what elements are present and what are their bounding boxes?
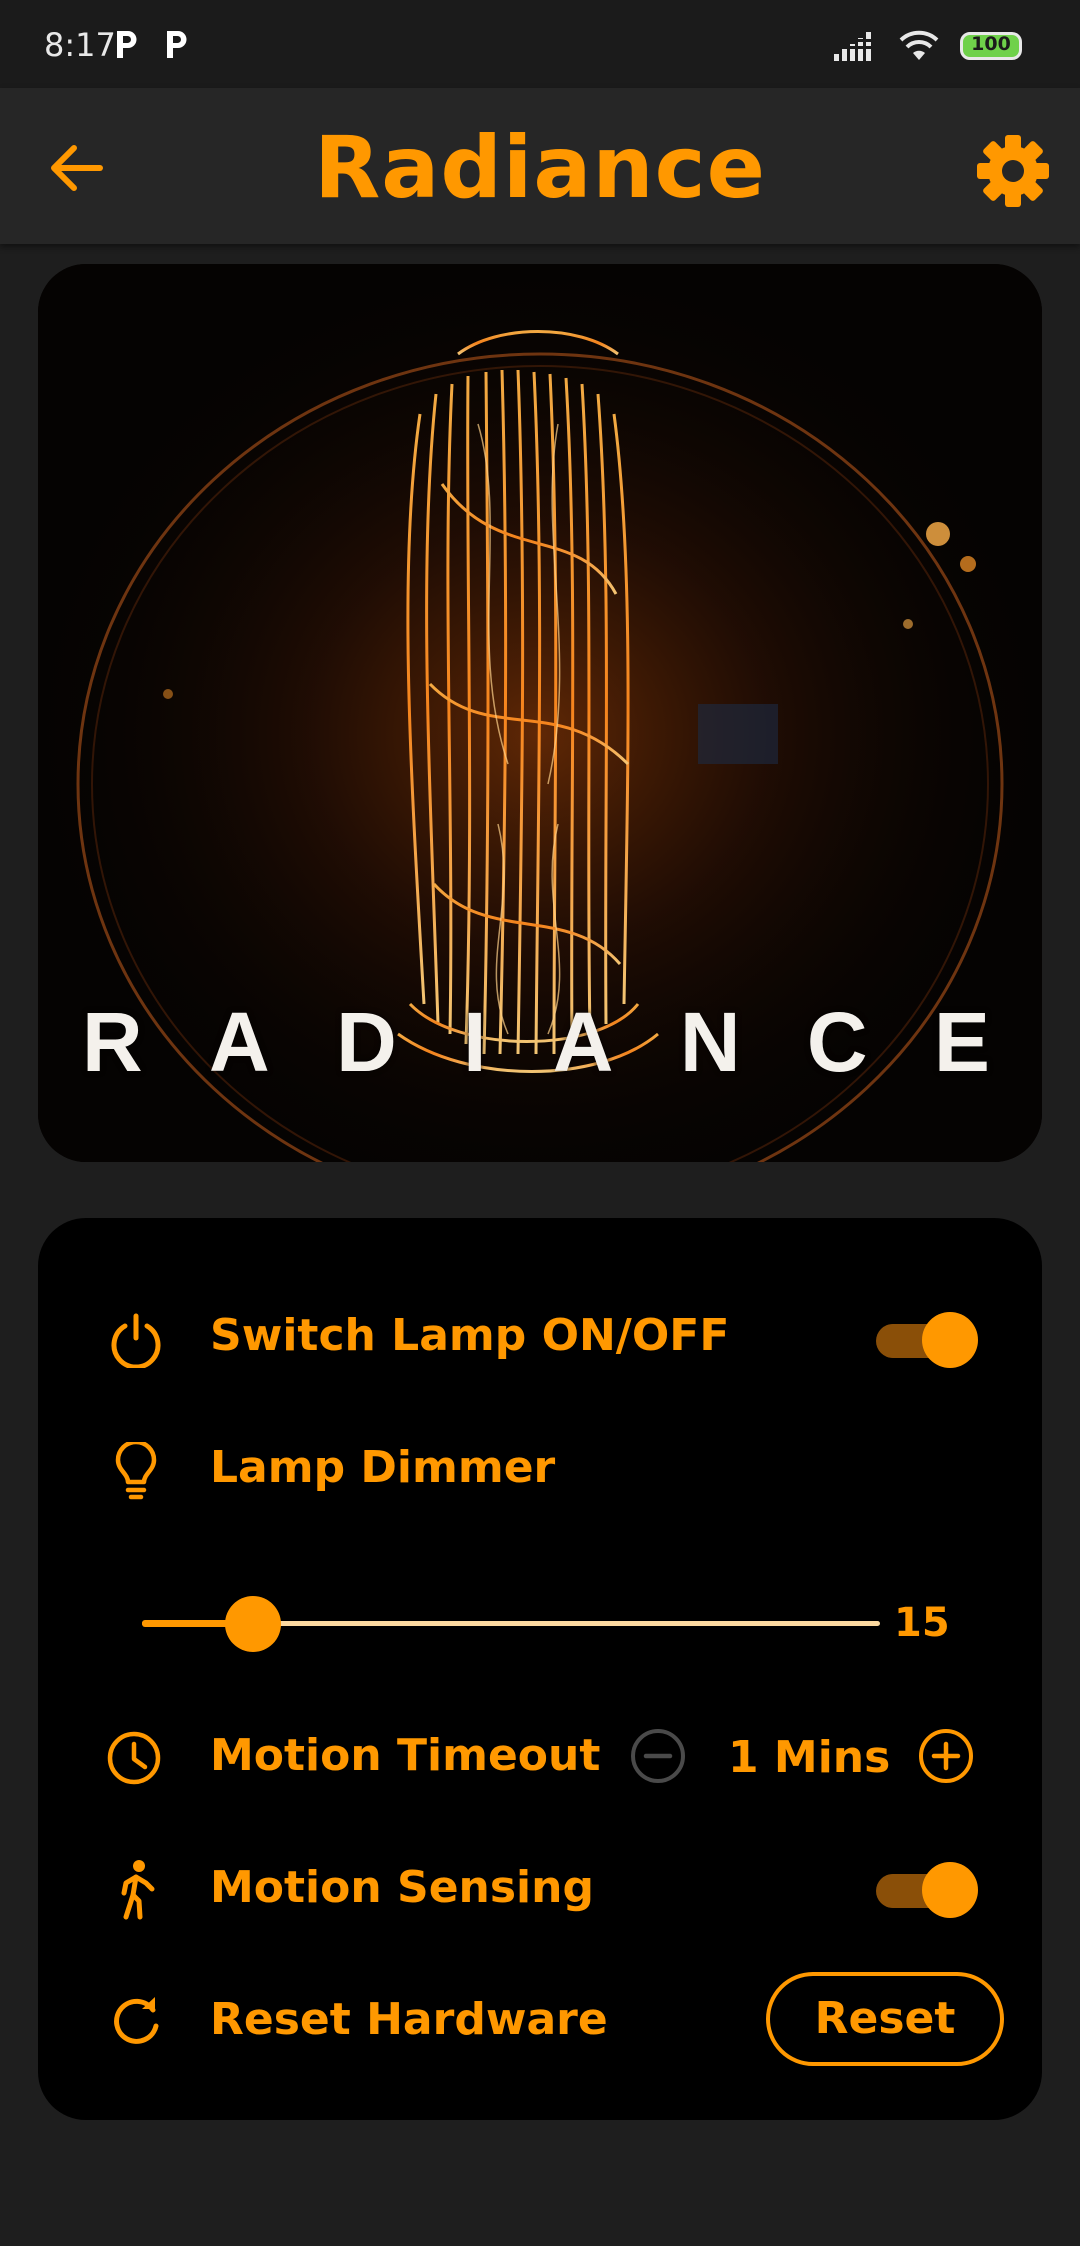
gear-icon: [977, 135, 1049, 207]
battery-level: 100: [971, 33, 1011, 55]
hero-letter: A: [209, 995, 270, 1089]
reset-button[interactable]: Reset: [766, 1972, 1004, 2066]
dimmer-label: Lamp Dimmer: [210, 1442, 556, 1493]
slider-thumb[interactable]: [224, 1596, 281, 1652]
hero-letter: R: [82, 995, 143, 1089]
hero-logo-text: R A D I A N C E: [38, 994, 1042, 1091]
timeout-increment-button[interactable]: [916, 1726, 976, 1786]
toggle-knob: [922, 1312, 978, 1368]
motion-toggle[interactable]: [874, 1862, 978, 1918]
timeout-label: Motion Timeout: [210, 1730, 601, 1781]
status-time: 8:17: [44, 26, 116, 64]
controls-card: Switch Lamp ON/OFF Lamp Dimmer 15 Motion…: [38, 1218, 1042, 2120]
refresh-icon: [104, 1990, 168, 2054]
battery-icon: 100: [960, 32, 1022, 60]
power-icon: [104, 1308, 168, 1372]
reset-label: Reset Hardware: [210, 1994, 608, 2045]
walking-person-icon: [104, 1858, 168, 1922]
power-toggle[interactable]: [874, 1312, 978, 1368]
hero-letter: E: [933, 995, 990, 1089]
hero-letter: D: [336, 995, 397, 1089]
motion-label: Motion Sensing: [210, 1862, 594, 1913]
app-screen: 8:17 100 Radiance R A D I A N C E Switch…: [0, 0, 1080, 2246]
plus-circle-icon: [919, 1729, 973, 1783]
timeout-decrement-button[interactable]: [628, 1726, 688, 1786]
timeout-value: 1 Mins: [728, 1732, 891, 1783]
hero-letter: N: [679, 995, 741, 1089]
power-label: Switch Lamp ON/OFF: [210, 1310, 730, 1361]
parking-app-icon: [117, 31, 137, 58]
wifi-icon: [899, 30, 939, 60]
app-bar: Radiance: [0, 88, 1080, 244]
settings-button[interactable]: [972, 130, 1054, 212]
parking-app-icon: [167, 31, 187, 58]
hero-letter: A: [552, 995, 614, 1089]
signal-icon: [834, 32, 878, 61]
dimmer-value: 15: [894, 1600, 950, 1646]
hero-image: R A D I A N C E: [38, 264, 1042, 1162]
page-title: Radiance: [314, 118, 766, 218]
clock-icon: [102, 1726, 166, 1790]
minus-circle-icon: [631, 1729, 685, 1783]
toggle-knob: [922, 1862, 978, 1918]
status-bar: 8:17 100: [0, 0, 1080, 88]
hero-letter: I: [463, 995, 487, 1089]
hero-letter: C: [806, 995, 868, 1089]
lightbulb-icon: [104, 1440, 168, 1504]
status-right: 100: [834, 26, 1022, 66]
dimmer-slider[interactable]: [142, 1596, 880, 1652]
